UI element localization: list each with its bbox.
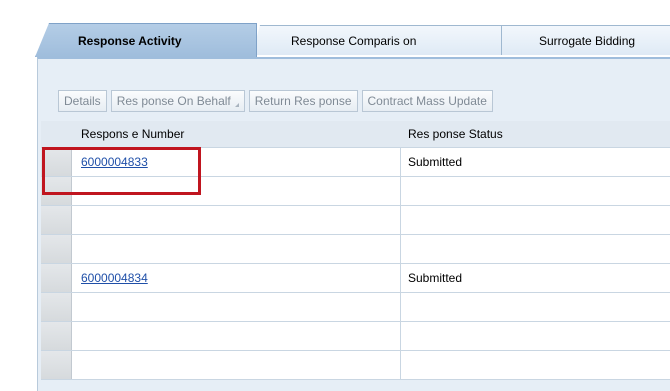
response-status-cell [401,177,670,205]
response-monitor-page: Response Activity Response Comparis on S… [0,0,670,391]
table-header: Respons e Number Res ponse Status [41,121,670,148]
response-status-cell [401,235,670,263]
row-selector[interactable] [41,322,72,350]
column-header-response-status[interactable]: Res ponse Status [408,121,503,147]
response-number-cell: 6000004833 [72,148,401,176]
response-status-cell [401,322,670,350]
row-selector[interactable] [41,177,72,205]
table-toolbar: Details Res ponse On Behalf Return Res p… [58,89,493,113]
response-status-cell [401,206,670,234]
table-row[interactable] [41,177,670,206]
tab-response-comparison[interactable]: Response Comparis on [252,25,502,55]
row-selector[interactable] [41,235,72,263]
table-row[interactable] [41,293,670,322]
response-number-cell: 6000004834 [72,264,401,292]
response-number-cell [72,293,401,321]
table-row[interactable] [41,322,670,351]
response-number-cell [72,177,401,205]
response-on-behalf-label: Res ponse On Behalf [116,94,231,108]
dropdown-arrow-icon[interactable] [234,103,239,107]
response-status-cell: Submitted [401,264,670,292]
table-row[interactable] [41,206,670,235]
table-row[interactable] [41,235,670,264]
column-header-response-number[interactable]: Respons e Number [81,121,184,147]
tab-response-activity[interactable]: Response Activity [35,23,257,57]
response-status-text: Submitted [408,155,463,169]
table-row[interactable]: 6000004834 Submitted [41,264,670,293]
response-activity-panel: Details Res ponse On Behalf Return Res p… [37,57,670,391]
return-response-button[interactable]: Return Res ponse [248,90,358,112]
response-number-link[interactable]: 6000004834 [81,271,148,285]
details-button[interactable]: Details [58,90,107,112]
response-number-cell [72,351,401,379]
responses-table: Respons e Number Res ponse Status 600000… [41,121,670,380]
tab-strip: Response Activity Response Comparis on S… [0,0,670,60]
contract-mass-update-button[interactable]: Contract Mass Update [361,90,493,112]
response-status-text: Submitted [408,271,463,285]
response-status-cell: Submitted [401,148,670,176]
tab-surrogate-bidding[interactable]: Surrogate Bidding [494,25,670,55]
response-status-cell [401,293,670,321]
row-selector[interactable] [41,206,72,234]
row-selector[interactable] [41,293,72,321]
table-row[interactable] [41,351,670,380]
table-row[interactable]: 6000004833 Submitted [41,148,670,177]
response-on-behalf-button[interactable]: Res ponse On Behalf [110,90,245,112]
response-number-link[interactable]: 6000004833 [81,155,148,169]
row-selector[interactable] [41,351,72,379]
row-selector[interactable] [41,148,72,176]
response-number-cell [72,206,401,234]
response-number-cell [72,322,401,350]
response-number-cell [72,235,401,263]
response-status-cell [401,351,670,379]
row-selector[interactable] [41,264,72,292]
